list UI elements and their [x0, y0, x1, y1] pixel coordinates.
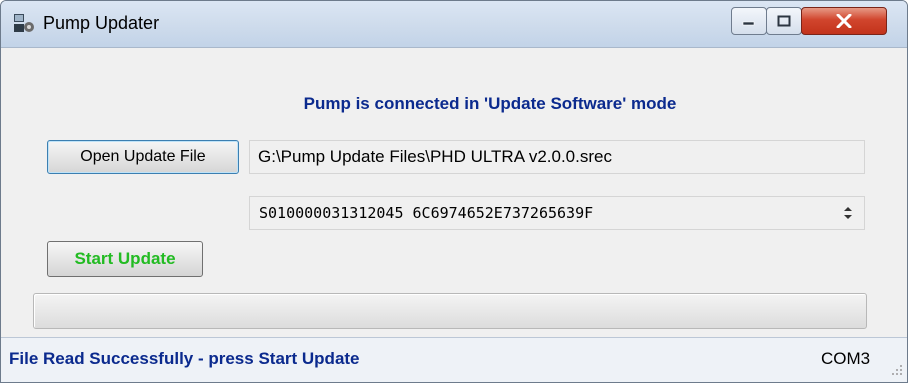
window-title: Pump Updater	[43, 13, 160, 33]
file-path-field: G:\Pump Update Files\PHD ULTRA v2.0.0.sr…	[249, 140, 865, 174]
client-area: Pump is connected in 'Update Software' m…	[1, 48, 907, 382]
srec-line-field[interactable]: S010000031312045 6C6974652E737265639F	[249, 196, 865, 230]
pump-updater-app-icon	[14, 14, 34, 32]
maximize-button[interactable]	[766, 7, 802, 35]
com-port-label: COM3	[821, 349, 871, 368]
status-bar: File Read Successfully - press Start Upd…	[1, 337, 907, 382]
resize-grip-icon[interactable]	[889, 362, 903, 376]
connection-status-message: Pump is connected in 'Update Software' m…	[303, 94, 677, 113]
pump-updater-window: Pump Updater Pump is connected in 'Updat…	[0, 0, 908, 383]
open-update-file-button[interactable]: Open Update File	[47, 140, 239, 174]
close-icon	[836, 14, 852, 28]
spinner-arrows-icon[interactable]	[840, 203, 856, 223]
minimize-icon	[742, 21, 755, 26]
start-update-button[interactable]: Start Update	[47, 241, 203, 277]
minimize-button[interactable]	[731, 7, 767, 35]
maximize-icon	[777, 15, 791, 27]
status-message: File Read Successfully - press Start Upd…	[9, 349, 360, 368]
update-progress-bar	[33, 293, 867, 329]
close-button[interactable]	[801, 7, 887, 35]
title-bar[interactable]: Pump Updater	[1, 1, 907, 48]
srec-line-value: S010000031312045 6C6974652E737265639F	[259, 204, 594, 222]
